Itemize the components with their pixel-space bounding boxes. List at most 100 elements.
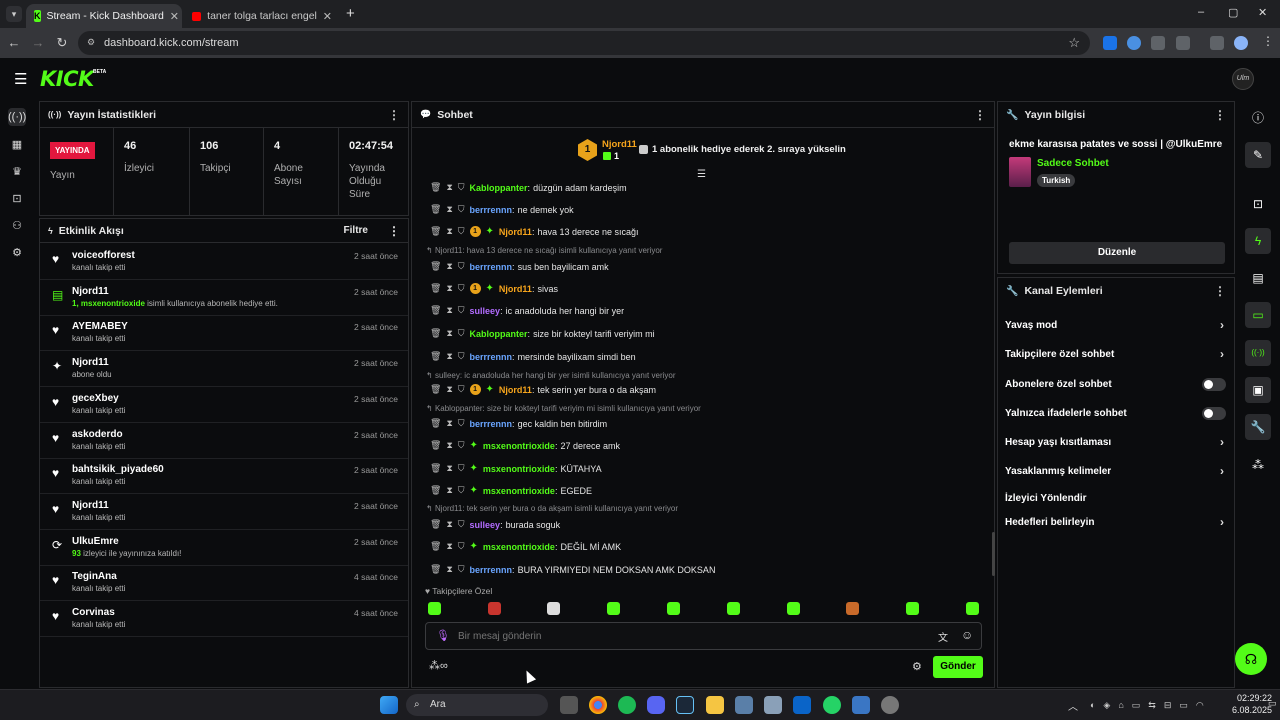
share-icon[interactable]: ⁂	[1245, 452, 1271, 478]
bookmark-star-icon[interactable]: ☆	[1068, 35, 1080, 51]
channel-actions-more-icon[interactable]: ⋮	[1214, 284, 1226, 298]
screenshot-icon[interactable]: ⊡	[1245, 191, 1271, 217]
reading-list-icon[interactable]	[1210, 36, 1224, 50]
activity-row[interactable]: ♥ TeginAna kanalı takip etti 4 saat önce	[40, 566, 408, 602]
emote-icon[interactable]	[488, 602, 501, 615]
timeout-hourglass-icon[interactable]: ⧗	[446, 384, 452, 395]
layout-icon[interactable]: ▣	[1245, 377, 1271, 403]
chat-message[interactable]: 🗑 ⧗ ⛉ berrrennn: ne demek yok	[430, 204, 574, 215]
activity-row[interactable]: ♥ geceXbey kanalı takip etti 2 saat önce	[40, 388, 408, 423]
activity-row[interactable]: ♥ AYEMABEY kanalı takip etti 2 saat önce	[40, 316, 408, 352]
chat-message[interactable]: 🗑 ⧗ ⛉ ✦ msxenontrioxide: KÜTAHYA	[430, 463, 602, 474]
chat-message[interactable]: 🗑 ⧗ ⛉ 1 ✦ Njord11: tek serin yer bura o da akş…	[430, 384, 656, 395]
delete-icon[interactable]: 🗑	[430, 519, 441, 530]
notes-icon[interactable]: ▤	[1245, 265, 1271, 291]
ban-shield-icon[interactable]: ⛉	[458, 261, 465, 272]
address-bar[interactable]: ⚙ dashboard.kick.com/stream ☆	[78, 31, 1090, 55]
chat-username[interactable]: Kabloppanter	[470, 329, 528, 339]
emoji-picker-icon[interactable]: ☺	[961, 628, 973, 642]
delete-icon[interactable]: 🗑	[430, 204, 441, 215]
outlook-icon[interactable]	[793, 696, 811, 714]
lightning-icon[interactable]: ϟ	[1245, 228, 1271, 254]
chat-message-input[interactable]	[458, 628, 898, 645]
chat-settings-icon[interactable]: ⚙	[912, 660, 922, 673]
activity-username[interactable]: bahtsikik_piyade60	[72, 464, 164, 475]
ban-shield-icon[interactable]: ⛉	[458, 440, 465, 451]
tools-icon[interactable]: 🔧	[1245, 414, 1271, 440]
activity-row[interactable]: ✦ Njord11 abone oldu 2 saat önce	[40, 352, 408, 388]
stream-broadcast-icon[interactable]: ((·))	[8, 108, 26, 126]
emote-icon[interactable]	[667, 602, 680, 615]
chat-message[interactable]: 🗑 ⧗ ⛉ Kabloppanter: düzgün adam kardeşim	[430, 182, 627, 193]
back-icon[interactable]: ←	[6, 35, 22, 51]
tab-search-icon[interactable]: ▾	[6, 6, 22, 22]
close-tab-icon[interactable]: ✕	[170, 10, 179, 23]
activity-row[interactable]: ♥ askoderdo kanalı takip etti 2 saat önce	[40, 424, 408, 459]
timeout-hourglass-icon[interactable]: ⧗	[446, 440, 452, 451]
chat-message[interactable]: 🗑 ⧗ ⛉ ✦ msxenontrioxide:27 derece amk	[430, 440, 620, 451]
chat-message[interactable]: 🗑 ⧗ ⛉ Kabloppanter: size bir kokteyl tarifi …	[430, 328, 655, 339]
chat-message[interactable]: 🗑 ⧗ ⛉ berrrennn: BURA YIRMIYEDI NEM DOKSAN A…	[430, 564, 715, 575]
forward-icon[interactable]: →	[30, 35, 46, 51]
windows-start-icon[interactable]	[380, 696, 398, 714]
delete-icon[interactable]: 🗑	[430, 418, 441, 429]
spotify-icon[interactable]	[618, 696, 636, 714]
chat-username[interactable]: berrrennn	[470, 205, 513, 215]
timeout-hourglass-icon[interactable]: ⧗	[446, 261, 452, 272]
app-icon[interactable]	[735, 696, 753, 714]
photos-icon[interactable]	[764, 696, 782, 714]
translate-icon[interactable]: 文	[938, 629, 948, 644]
chat-username[interactable]: Njord11	[499, 227, 532, 237]
delete-icon[interactable]: 🗑	[430, 182, 441, 193]
kick-logo[interactable]: KICK	[40, 67, 94, 91]
chat-message[interactable]: 🗑 ⧗ ⛉ ✦ msxenontrioxide: DEĞİL Mİ AMK	[430, 541, 621, 552]
activity-username[interactable]: Njord11	[72, 500, 109, 511]
chat-message[interactable]: 🗑 ⧗ ⛉ sulleey: burada soguk	[430, 519, 560, 530]
stats-more-icon[interactable]: ⋮	[388, 108, 400, 122]
chat-username[interactable]: Kabloppanter	[470, 183, 528, 193]
users-icon[interactable]: ⚇	[8, 217, 26, 235]
user-avatar[interactable]: Ulm	[1232, 68, 1254, 90]
activity-row[interactable]: ♥ Corvinas kanalı takip etti 4 saat önce	[40, 602, 408, 637]
emote-icon[interactable]	[966, 602, 979, 615]
filter-button[interactable]: Filtre	[344, 225, 368, 236]
whatsapp-icon[interactable]	[823, 696, 841, 714]
tray-icons[interactable]: ◐◈⌂▭⇆⊟▭◠	[1090, 700, 1210, 710]
moderation-icon[interactable]: ⊡	[8, 190, 26, 208]
settings-gear-icon[interactable]: ⚙	[8, 244, 26, 262]
send-button[interactable]: Gönder	[933, 656, 983, 678]
emote-icon[interactable]	[428, 602, 441, 615]
channel-action-item[interactable]: Hedefleri belirleyin ›	[998, 508, 1234, 537]
chat-username[interactable]: Njord11	[499, 284, 532, 294]
channel-action-item[interactable]: Abonelere özel sohbet	[998, 370, 1234, 399]
delete-icon[interactable]: 🗑	[430, 351, 441, 362]
delete-icon[interactable]: 🗑	[430, 305, 441, 316]
activity-row[interactable]: ♥ bahtsikik_piyade60 kanalı takip etti 2 sa…	[40, 459, 408, 495]
task-view-icon[interactable]	[560, 696, 578, 714]
chat-username[interactable]: berrrennn	[470, 419, 513, 429]
delete-icon[interactable]: 🗑	[430, 564, 441, 575]
emote-icon[interactable]	[906, 602, 919, 615]
dashboard-icon[interactable]: ▦	[8, 136, 26, 154]
activity-username[interactable]: Njord11	[72, 286, 109, 297]
emote-icon[interactable]	[787, 602, 800, 615]
ban-shield-icon[interactable]: ⛉	[458, 541, 465, 552]
activity-row[interactable]: ▤ Njord11 1, msxenontrioxide isimli kullan…	[40, 281, 408, 316]
ban-shield-icon[interactable]: ⛉	[458, 305, 465, 316]
chat-username[interactable]: msxenontrioxide	[483, 542, 555, 552]
chat-username[interactable]: msxenontrioxide	[483, 486, 555, 496]
extensions-puzzle-icon[interactable]	[1176, 36, 1190, 50]
timeout-hourglass-icon[interactable]: ⧗	[446, 351, 452, 362]
support-headset-button[interactable]: ☊	[1235, 643, 1267, 675]
broadcast-icon[interactable]: ((·))	[1245, 340, 1271, 366]
timeout-hourglass-icon[interactable]: ⧗	[446, 226, 452, 237]
chat-message[interactable]: 🗑 ⧗ ⛉ 1 ✦ Njord11: hava 13 derece ne sıcağı	[430, 226, 639, 237]
toggle-switch[interactable]	[1202, 407, 1226, 420]
emote-icon[interactable]	[727, 602, 740, 615]
tray-chevron-icon[interactable]: ︿	[1068, 698, 1078, 713]
chat-username[interactable]: sulleey	[470, 520, 501, 530]
toggle-switch[interactable]	[1202, 378, 1226, 391]
ban-shield-icon[interactable]: ⛉	[458, 463, 465, 474]
chat-scrollbar[interactable]	[992, 532, 995, 576]
activity-username[interactable]: Njord11	[72, 357, 109, 368]
